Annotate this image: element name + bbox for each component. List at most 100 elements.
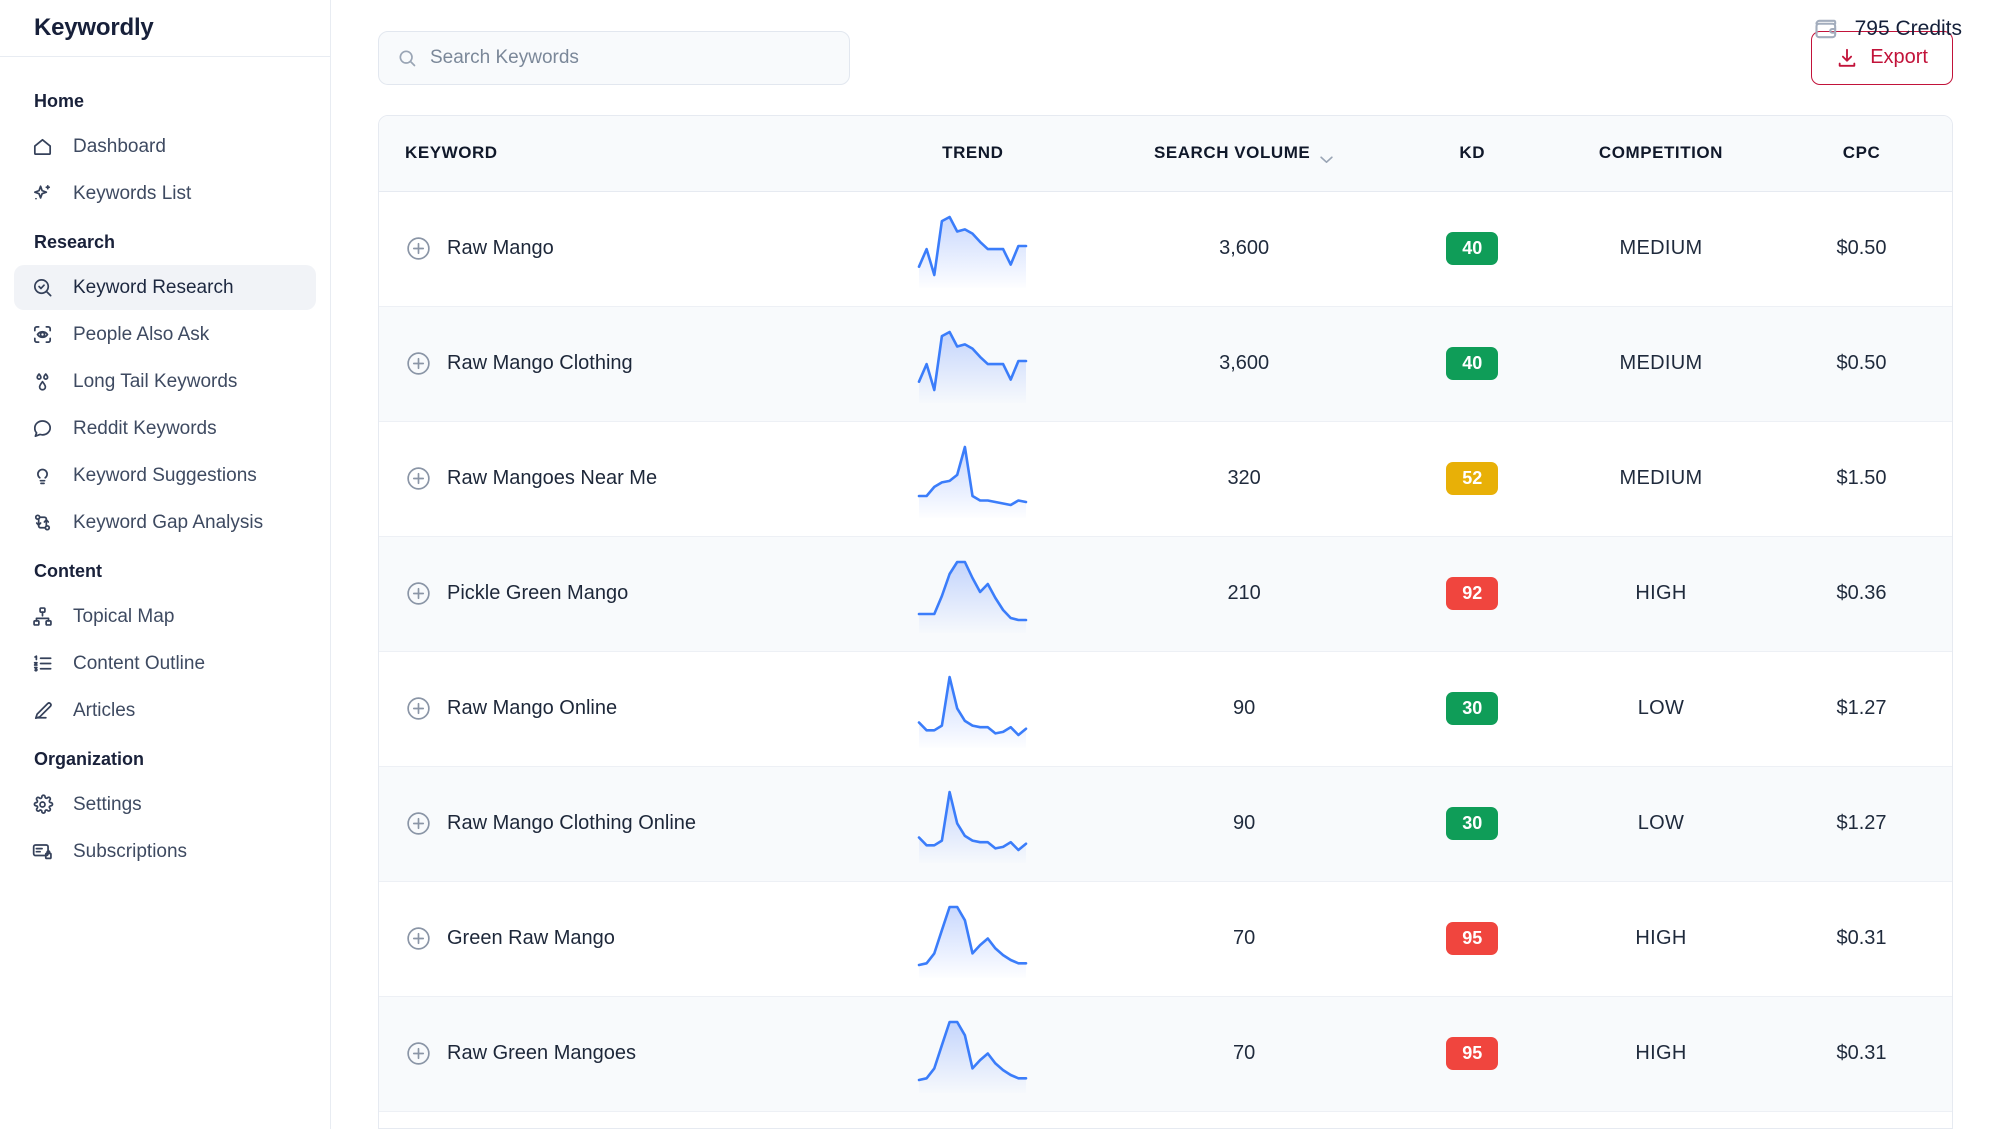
list-ordered-icon [31, 652, 54, 675]
cell-competition: LOW [1637, 812, 1685, 834]
sidebar: Keywordly Home Dashboard Keywords List Rese… [0, 0, 331, 1129]
column-header-label: KEYWORD [405, 143, 498, 163]
sidebar-item-label: Articles [73, 699, 136, 721]
kd-badge: 40 [1446, 347, 1499, 380]
sidebar-item-topical-map[interactable]: Topical Map [14, 594, 316, 639]
git-compare-icon [31, 511, 54, 534]
brand-title: Keywordly [34, 14, 154, 41]
sidebar-section-content: Content [34, 561, 102, 581]
sidebar-item-label: Subscriptions [73, 840, 188, 862]
keyword-label: Raw Mango Clothing [447, 352, 633, 374]
plus-circle-icon[interactable] [405, 235, 432, 262]
plus-circle-icon[interactable] [405, 465, 432, 492]
pencil-icon [31, 699, 54, 722]
cell-cpc: $0.31 [1836, 1042, 1887, 1064]
cell-keyword: Raw Mango [379, 191, 851, 306]
keyword-label: Raw Mango Online [447, 697, 618, 719]
column-header-label: TREND [942, 143, 1004, 163]
sidebar-item-label: Keywords List [73, 182, 192, 204]
cell-keyword: Green Raw Mango [379, 881, 851, 996]
table-row[interactable]: Raw Mango Online 90 30 LOW $1.27 [379, 651, 1952, 766]
plus-circle-icon[interactable] [405, 810, 432, 837]
cell-cpc: $1.27 [1836, 812, 1887, 834]
column-header-label: SEARCH VOLUME [1153, 143, 1311, 163]
plus-circle-icon[interactable] [405, 925, 432, 952]
cell-keyword: Raw Mango Online [379, 651, 851, 766]
sidebar-item-dashboard[interactable]: Dashboard [14, 124, 316, 169]
cell-search-volume: 90 [1233, 697, 1256, 719]
sort-toggle-volume[interactable]: SEARCH VOLUME [1154, 143, 1334, 163]
cell-cpc: $0.31 [1836, 927, 1887, 949]
cell-search-volume: 3,600 [1219, 237, 1270, 259]
plus-circle-icon[interactable] [405, 1040, 432, 1067]
table-row[interactable]: Green Raw Mango 70 95 HIGH $0.31 [379, 881, 1952, 996]
cell-kd: 52 [1394, 421, 1551, 536]
plus-circle-icon[interactable] [405, 695, 432, 722]
table-row[interactable]: Raw Mango 3,600 40 MEDIUM $0.50 [379, 191, 1952, 306]
sidebar-item-keywords-list[interactable]: Keywords List [14, 171, 316, 216]
brand-bar: Keywordly [0, 0, 330, 57]
sidebar-item-keyword-gap-analysis[interactable]: Keyword Gap Analysis [14, 500, 316, 545]
sidebar-item-keyword-suggestions[interactable]: Keyword Suggestions [14, 453, 316, 498]
cell-keyword: Pickle Green Mango [379, 536, 851, 651]
keyword-label: Raw Green Mangoes [447, 1042, 636, 1064]
cell-trend [851, 881, 1095, 996]
message-circle-icon [31, 417, 54, 440]
gear-icon [31, 793, 54, 816]
search-check-icon [31, 276, 54, 299]
cell-search-volume: 210 [1227, 582, 1261, 604]
table-row[interactable]: Raw Mangoes Near Me 320 52 MEDIUM $1.50 [379, 421, 1952, 536]
sidebar-section-research: Research [34, 232, 116, 252]
table-row[interactable]: Raw Mango Clothing 3,600 40 MEDIUM $0.50 [379, 306, 1952, 421]
sidebar-section-organization: Organization [34, 749, 145, 769]
cell-search-volume: 90 [1233, 812, 1256, 834]
sidebar-item-people-also-ask[interactable]: People Also Ask [14, 312, 316, 357]
cell-keyword: Raw Mangoes Near Me [379, 421, 851, 536]
sidebar-item-label: Dashboard [73, 135, 166, 157]
sidebar-item-label: Keyword Gap Analysis [73, 511, 264, 533]
sidebar-item-label: Long Tail Keywords [73, 370, 238, 392]
sidebar-item-label: Topical Map [73, 605, 175, 627]
keyword-label: Raw Mango Clothing Online [447, 812, 697, 834]
cell-kd: 92 [1394, 536, 1551, 651]
cell-cpc: $1.27 [1836, 697, 1887, 719]
sidebar-item-keyword-research[interactable]: Keyword Research [14, 265, 316, 310]
table-row[interactable]: Raw Green Mangoes 70 95 HIGH $0.31 [379, 996, 1952, 1111]
sparkle-icon [31, 182, 54, 205]
sidebar-section-home: Home [34, 91, 85, 111]
cell-search-volume: 70 [1233, 927, 1256, 949]
keyword-label: Pickle Green Mango [447, 582, 629, 604]
sidebar-item-content-outline[interactable]: Content Outline [14, 641, 316, 686]
toolbar: Export [331, 0, 2000, 115]
search-box[interactable] [378, 30, 850, 85]
table-row[interactable]: Pickle Green Mango 210 92 HIGH $0.36 [379, 536, 1952, 651]
cell-competition: MEDIUM [1619, 352, 1703, 374]
cell-trend [851, 306, 1095, 421]
cell-trend [851, 766, 1095, 881]
table-row[interactable] [379, 1111, 1952, 1128]
sidebar-item-articles[interactable]: Articles [14, 688, 316, 733]
column-header-volume[interactable]: SEARCH VOLUME [1094, 116, 1394, 192]
keywords-table: KEYWORD TREND SEARCH VOLUME KD COMPETITION CP… [379, 116, 1952, 1128]
home-icon [31, 135, 54, 158]
table-header-row: KEYWORD TREND SEARCH VOLUME KD COMPETITION CP… [379, 116, 1952, 192]
keyword-label: Raw Mango [447, 237, 554, 259]
search-input[interactable] [430, 46, 831, 69]
sidebar-item-long-tail-keywords[interactable]: Long Tail Keywords [14, 359, 316, 404]
cell-keyword: Raw Green Mangoes [379, 996, 851, 1111]
network-icon [31, 605, 54, 628]
table-row[interactable]: Raw Mango Clothing Online 90 30 LOW $1.27 [379, 766, 1952, 881]
cell-search-volume: 320 [1227, 467, 1261, 489]
cell-partial [379, 1111, 1952, 1128]
sidebar-item-reddit-keywords[interactable]: Reddit Keywords [14, 406, 316, 451]
plus-circle-icon[interactable] [405, 580, 432, 607]
plus-circle-icon[interactable] [405, 350, 432, 377]
credits-indicator[interactable]: 795 Credits [1813, 0, 1962, 57]
cell-competition: HIGH [1635, 1042, 1687, 1064]
cell-kd: 95 [1394, 881, 1551, 996]
sidebar-item-settings[interactable]: Settings [14, 782, 316, 827]
cell-cpc: $0.50 [1836, 352, 1887, 374]
droplets-icon [31, 370, 54, 393]
kd-badge: 30 [1446, 692, 1499, 725]
sidebar-item-subscriptions[interactable]: Subscriptions [14, 829, 316, 874]
